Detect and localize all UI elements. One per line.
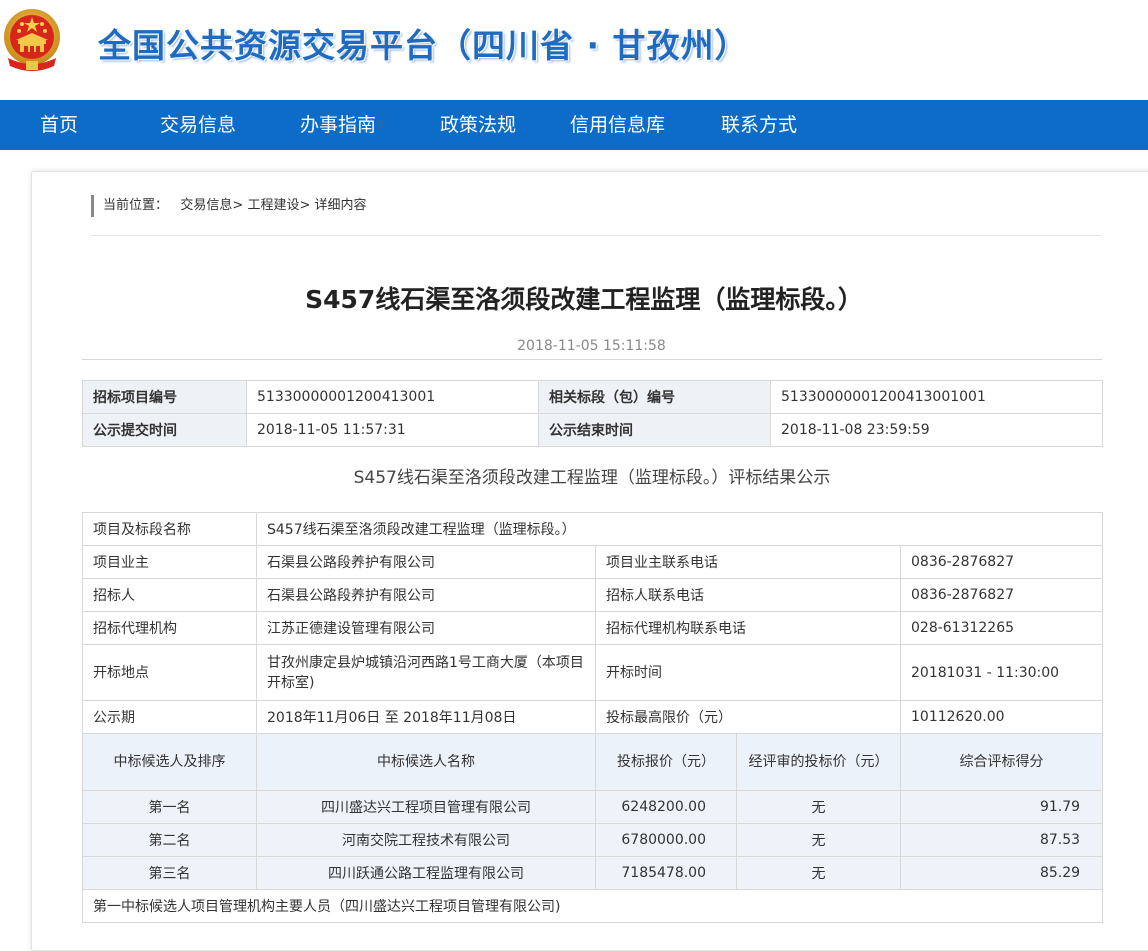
- candidate-bid: 6248200.00: [595, 790, 737, 824]
- nav-item-trade-info[interactable]: 交易信息: [160, 100, 236, 150]
- personnel-note: 第一中标候选人项目管理机构主要人员（四川盛达兴工程项目管理有限公司): [81, 889, 1104, 923]
- info-table: 招标项目编号 51330000001200413001 相关标段（包）编号 51…: [82, 380, 1103, 447]
- table-row: 招标项目编号 51330000001200413001 相关标段（包）编号 51…: [82, 380, 1103, 414]
- site-title: 全国公共资源交易平台（四川省 · 甘孜州）: [98, 26, 749, 65]
- candidate-row: 第二名 河南交院工程技术有限公司 6780000.00 无 87.53: [82, 823, 1104, 857]
- result-heading: S457线石渠至洛须段改建工程监理（监理标段。）评标结果公示: [353, 468, 831, 488]
- detail-label: 公示期: [82, 700, 257, 734]
- candidate-bid: 6780000.00: [595, 823, 737, 857]
- detail-value: 石渠县公路段养护有限公司: [256, 545, 596, 579]
- candidate-name: 四川盛达兴工程项目管理有限公司: [256, 790, 596, 824]
- candidate-name: 四川跃通公路工程监理有限公司: [256, 856, 596, 890]
- publish-time: 2018-11-05 15:11:58: [517, 338, 666, 354]
- nav-item-credit[interactable]: 信用信息库: [570, 100, 665, 150]
- result-table: 项目及标段名称 S457线石渠至洛须段改建工程监理（监理标段。） 项目业主 石渠…: [81, 512, 1104, 923]
- table-row: 招标人 石渠县公路段养护有限公司 招标人联系电话 0836-2876827: [82, 578, 1104, 612]
- main-nav: 首页 交易信息 办事指南 政策法规 信用信息库 联系方式: [0, 100, 1148, 150]
- candidate-score: 87.53: [899, 823, 1104, 857]
- candidate-row: 第一名 四川盛达兴工程项目管理有限公司 6248200.00 无 91.79: [82, 790, 1104, 824]
- info-label-submit-time: 公示提交时间: [82, 413, 247, 447]
- candidate-header: 经评审的投标价（元）: [736, 733, 901, 791]
- table-row: 项目及标段名称 S457线石渠至洛须段改建工程监理（监理标段。）: [82, 512, 1104, 546]
- detail-label: 项目业主: [82, 545, 257, 579]
- national-emblem-icon: [2, 6, 62, 72]
- nav-item-contact[interactable]: 联系方式: [721, 100, 797, 150]
- info-label-section-code: 相关标段（包）编号: [538, 380, 771, 414]
- detail-label: 招标代理机构: [82, 611, 257, 645]
- candidate-score: 91.79: [899, 790, 1104, 824]
- detail-label: 招标代理机构联系电话: [595, 611, 901, 645]
- table-row: 招标代理机构 江苏正德建设管理有限公司 招标代理机构联系电话 028-61312…: [82, 611, 1104, 645]
- candidate-rank: 第三名: [82, 856, 257, 890]
- candidate-rank: 第二名: [82, 823, 257, 857]
- info-label-end-time: 公示结束时间: [538, 413, 771, 447]
- breadcrumb-prefix: 当前位置：: [103, 198, 169, 213]
- detail-value: 10112620.00: [899, 700, 1104, 734]
- nav-item-guide[interactable]: 办事指南: [300, 100, 376, 150]
- candidate-header: 综合评标得分: [899, 733, 1104, 791]
- detail-value: 江苏正德建设管理有限公司: [256, 611, 596, 645]
- nav-item-policy[interactable]: 政策法规: [440, 100, 516, 150]
- title-divider: [82, 359, 1102, 360]
- project-name-value: S457线石渠至洛须段改建工程监理（监理标段。）: [255, 512, 1104, 546]
- candidate-rank: 第一名: [82, 790, 257, 824]
- info-value-section-code: 51330000001200413001001: [770, 380, 1103, 414]
- table-row: 公示提交时间 2018-11-05 11:57:31 公示结束时间 2018-1…: [82, 413, 1103, 447]
- candidate-evaluated-bid: 无: [736, 790, 901, 824]
- detail-value: 0836-2876827: [899, 545, 1104, 579]
- candidate-header: 中标候选人名称: [256, 733, 596, 791]
- table-row: 公示期 2018年11月06日 至 2018年11月08日 投标最高限价（元） …: [82, 700, 1104, 734]
- project-name-label: 项目及标段名称: [82, 512, 257, 546]
- detail-label: 开标地点: [82, 644, 257, 701]
- candidate-header: 投标报价（元）: [595, 733, 737, 791]
- detail-value: 20181031 - 11:30:00: [899, 644, 1104, 701]
- info-label-project-code: 招标项目编号: [82, 380, 247, 414]
- detail-value: 028-61312265: [899, 611, 1104, 645]
- candidate-bid: 7185478.00: [595, 856, 737, 890]
- breadcrumb-divider: [91, 235, 1101, 236]
- candidate-score: 85.29: [899, 856, 1104, 890]
- candidate-evaluated-bid: 无: [736, 856, 901, 890]
- detail-label: 招标人: [82, 578, 257, 612]
- table-row: 第一中标候选人项目管理机构主要人员（四川盛达兴工程项目管理有限公司): [81, 889, 1104, 923]
- candidate-name: 河南交院工程技术有限公司: [256, 823, 596, 857]
- detail-label: 投标最高限价（元）: [595, 700, 901, 734]
- detail-value: 甘孜州康定县炉城镇沿河西路1号工商大厦（本项目开标室): [256, 644, 596, 701]
- article-title: S457线石渠至洛须段改建工程监理（监理标段。）: [305, 285, 863, 314]
- candidate-header-row: 中标候选人及排序 中标候选人名称 投标报价（元） 经评审的投标价（元） 综合评标…: [82, 733, 1104, 791]
- detail-label: 开标时间: [595, 644, 901, 701]
- table-row: 开标地点 甘孜州康定县炉城镇沿河西路1号工商大厦（本项目开标室) 开标时间 20…: [82, 644, 1104, 701]
- candidate-evaluated-bid: 无: [736, 823, 901, 857]
- detail-value: 2018年11月06日 至 2018年11月08日: [256, 700, 596, 734]
- info-value-end-time: 2018-11-08 23:59:59: [770, 413, 1103, 447]
- table-row: 项目业主 石渠县公路段养护有限公司 项目业主联系电话 0836-2876827: [82, 545, 1104, 579]
- info-value-project-code: 51330000001200413001: [246, 380, 539, 414]
- breadcrumb: 当前位置： 交易信息> 工程建设> 详细内容: [91, 195, 367, 217]
- info-value-submit-time: 2018-11-05 11:57:31: [246, 413, 539, 447]
- candidate-row: 第三名 四川跃通公路工程监理有限公司 7185478.00 无 85.29: [82, 856, 1104, 890]
- site-header: 全国公共资源交易平台（四川省 · 甘孜州）: [0, 0, 1148, 100]
- nav-item-home[interactable]: 首页: [40, 100, 78, 150]
- candidate-header: 中标候选人及排序: [82, 733, 257, 791]
- breadcrumb-item-trade-info[interactable]: 交易信息>: [180, 198, 243, 213]
- detail-value: 石渠县公路段养护有限公司: [256, 578, 596, 612]
- breadcrumb-item-construction[interactable]: 工程建设>: [247, 198, 310, 213]
- detail-label: 项目业主联系电话: [595, 545, 901, 579]
- breadcrumb-item-detail: 详细内容: [314, 198, 367, 213]
- detail-label: 招标人联系电话: [595, 578, 901, 612]
- detail-value: 0836-2876827: [899, 578, 1104, 612]
